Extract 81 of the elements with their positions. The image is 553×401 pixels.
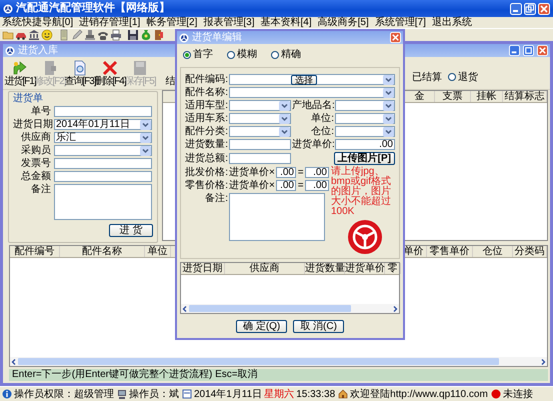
field-label: 供应商 xyxy=(20,132,51,143)
status-text: 操作员权限：超级管理 xyxy=(14,388,114,400)
dialog-title: 进货单编辑 xyxy=(192,32,242,43)
purchase-button[interactable]: 进 货 xyxy=(109,224,153,237)
upload-note: 请上传jpg、bmp或gif格式的图片，图片大小不能超过100K xyxy=(331,167,392,217)
status-text: 未连接 xyxy=(502,388,533,400)
confirm-button[interactable]: 确 定(Q) xyxy=(236,320,288,333)
field-label: 进货总额: xyxy=(184,153,228,164)
menu-item[interactable]: 高级商务[5] xyxy=(318,17,369,28)
field-label: 适用车型: xyxy=(184,100,228,111)
field-label: 进货数量: xyxy=(184,139,228,150)
field-label: 产地品名: xyxy=(292,100,334,111)
radio-button[interactable]: 模糊 xyxy=(227,49,257,60)
field-label: 采购员 xyxy=(20,145,51,156)
hint-text: Enter=下一步(用Enter键可做完整个进货流程) Esc=取消 xyxy=(9,369,548,381)
toolbar-button[interactable]: 进货[F1] xyxy=(5,60,35,86)
field-label: 进货日期 xyxy=(13,119,51,130)
equals-sign: = xyxy=(297,180,304,191)
column-header[interactable]: 进货日期 xyxy=(181,263,225,274)
status-text: 操作员：斌 xyxy=(129,388,179,400)
menu-item[interactable]: 系统管理[7] xyxy=(374,17,426,28)
window-title: 进货入库 xyxy=(18,45,58,56)
input-field[interactable]: .00 xyxy=(305,167,329,178)
formula-label: 进货单价× xyxy=(229,180,275,191)
field-label: 发票号 xyxy=(20,158,51,169)
field-label: 备注 xyxy=(30,184,51,195)
column-header[interactable]: 零 xyxy=(385,263,401,274)
equals-sign: = xyxy=(297,167,304,178)
radio-button[interactable]: 首字 xyxy=(183,49,213,60)
field-label: 配件编码: xyxy=(184,74,228,85)
field-label: 总金额 xyxy=(20,171,51,182)
upload-image-button[interactable]: 上传图片[P] xyxy=(334,152,395,165)
status-text: 欢迎登陆http://www.qp110.com xyxy=(350,388,488,400)
group-title: 进货单 xyxy=(13,93,44,104)
combo-box[interactable]: 选择 xyxy=(229,74,395,85)
combo-box[interactable]: 乐汇 xyxy=(54,132,152,143)
field-label: 批发价格: xyxy=(184,167,228,178)
field-label: 单位: xyxy=(310,113,334,124)
menu-item[interactable]: 系统快捷导航[0] xyxy=(2,17,74,28)
column-header[interactable]: 进货数量 xyxy=(305,263,345,274)
field-label: 备注: xyxy=(204,193,228,204)
column-header[interactable]: 零售单价 xyxy=(427,246,473,257)
field-label: 单号 xyxy=(30,106,51,117)
cancel-button[interactable]: 取 消(C) xyxy=(293,320,344,333)
column-header[interactable]: 供应商 xyxy=(225,263,305,274)
field-label: 进货单价: xyxy=(292,139,334,150)
formula-label: 进货单价× xyxy=(229,167,275,178)
input-field[interactable]: .00 xyxy=(305,180,329,191)
menu-item[interactable]: 退出系统 xyxy=(432,17,472,28)
menu-item[interactable]: 报表管理[3] xyxy=(203,17,254,28)
select-button[interactable]: 选择 xyxy=(291,74,317,84)
toolbar-button[interactable]: 查询[F3] xyxy=(65,60,95,86)
field-label: 配件名称: xyxy=(184,87,228,98)
column-header[interactable]: 支票 xyxy=(435,91,471,102)
combo-box[interactable]: 2014年01月11日 xyxy=(54,119,152,130)
status-time: 15:33:38 xyxy=(296,388,336,400)
status-date: 2014年1月11日 xyxy=(194,388,262,400)
app-title: 汽配通汽配管理软件【网络版】 xyxy=(16,3,170,14)
column-header[interactable]: 单位 xyxy=(145,246,171,257)
filter-label: 已结算 xyxy=(412,72,442,82)
radio-button[interactable]: 精确 xyxy=(271,49,301,60)
column-header[interactable]: 结算标志 xyxy=(503,91,547,102)
input-field[interactable]: .00 xyxy=(335,139,395,150)
menu-item[interactable]: 进销存管理[1] xyxy=(79,17,140,28)
radio-button[interactable]: 退货 xyxy=(448,72,478,82)
field-label: 零售价格: xyxy=(184,180,228,191)
column-header[interactable]: 挂帐 xyxy=(471,91,503,102)
column-header[interactable]: 分类码 xyxy=(513,246,547,257)
field-label: 适用车系: xyxy=(184,113,228,124)
input-field[interactable]: .00 xyxy=(276,180,296,191)
column-header[interactable]: 进货单价 xyxy=(345,263,385,274)
menu-item[interactable]: 基本资料[4] xyxy=(260,17,312,28)
status-weekday: 星期六 xyxy=(264,388,294,400)
column-header[interactable]: 配件编号 xyxy=(10,246,60,257)
input-field[interactable]: .00 xyxy=(276,167,296,178)
menu-item[interactable]: 帐务管理[2] xyxy=(146,17,198,28)
column-header[interactable]: 配件名称 xyxy=(60,246,145,257)
column-header[interactable]: 仓位 xyxy=(473,246,513,257)
field-label: 配件分类: xyxy=(184,126,228,137)
toolbar-button[interactable]: 删除[F4] xyxy=(95,60,125,86)
field-label: 仓位: xyxy=(310,126,334,137)
